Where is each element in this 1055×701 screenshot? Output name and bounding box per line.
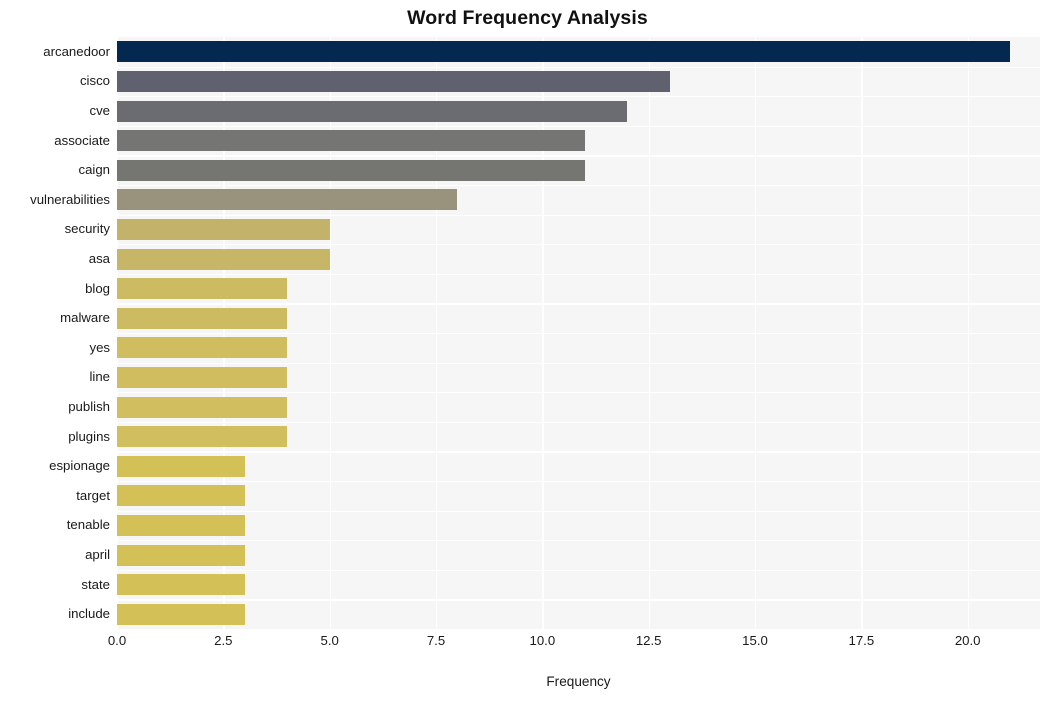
y-tick-label: state bbox=[81, 576, 110, 592]
x-tick-label: 5.0 bbox=[320, 633, 339, 648]
y-tick-label: tenable bbox=[66, 517, 110, 533]
gridline-horizontal bbox=[117, 125, 1040, 127]
bar bbox=[117, 337, 288, 359]
gridline-horizontal bbox=[117, 273, 1040, 275]
gridline-horizontal bbox=[117, 451, 1040, 453]
bar bbox=[117, 514, 245, 536]
gridline-horizontal bbox=[117, 540, 1040, 542]
gridline-horizontal bbox=[117, 362, 1040, 364]
y-tick-label: associate bbox=[54, 132, 110, 148]
bar bbox=[117, 218, 330, 240]
gridline-horizontal bbox=[117, 155, 1040, 157]
gridline-horizontal bbox=[117, 481, 1040, 483]
bar bbox=[117, 189, 458, 211]
y-tick-label: publish bbox=[68, 399, 110, 414]
bar bbox=[117, 100, 628, 122]
y-tick-label: security bbox=[64, 221, 110, 237]
gridline-horizontal bbox=[117, 421, 1040, 423]
bar bbox=[117, 278, 288, 300]
x-axis-tick-labels: 0.0 2.5 5.0 7.5 10.0 12.5 15.0 17.5 20.0 bbox=[108, 633, 1040, 653]
y-tick-label: arcanedoor bbox=[43, 43, 110, 59]
y-tick-label: espionage bbox=[49, 458, 110, 474]
bar bbox=[117, 366, 288, 388]
bar bbox=[117, 455, 245, 477]
gridline-horizontal bbox=[117, 185, 1040, 187]
y-tick-label: caign bbox=[78, 162, 110, 178]
y-tick-label: malware bbox=[60, 310, 110, 326]
bar bbox=[117, 574, 245, 596]
bar bbox=[117, 159, 585, 181]
bar bbox=[117, 544, 245, 566]
bar bbox=[117, 248, 330, 270]
x-tick-label: 2.5 bbox=[214, 633, 233, 648]
y-tick-label: include bbox=[68, 606, 110, 622]
x-tick-label: 12.5 bbox=[635, 633, 662, 648]
gridline-horizontal bbox=[117, 214, 1040, 216]
x-tick-label: 0.0 bbox=[107, 633, 127, 648]
gridline-horizontal bbox=[117, 510, 1040, 512]
y-tick-label: april bbox=[85, 547, 110, 562]
x-axis-title: Frequency bbox=[546, 674, 611, 689]
x-tick-label: 10.0 bbox=[529, 633, 556, 648]
bar bbox=[117, 70, 670, 92]
gridline-horizontal bbox=[117, 244, 1040, 246]
x-tick-label: 17.5 bbox=[848, 633, 875, 648]
x-tick-label: 7.5 bbox=[426, 633, 446, 648]
bar bbox=[117, 485, 245, 507]
y-tick-label: asa bbox=[88, 251, 110, 266]
gridline-horizontal bbox=[117, 96, 1040, 98]
y-axis-tick-labels: arcanedoor cisco cve associate caign vulnerab… bbox=[0, 37, 110, 629]
bar bbox=[117, 603, 245, 625]
y-tick-label: blog bbox=[85, 280, 110, 296]
x-tick-label: 20.0 bbox=[954, 633, 981, 648]
y-tick-label: plugins bbox=[68, 428, 110, 444]
bar bbox=[117, 41, 1011, 63]
y-tick-label: target bbox=[76, 487, 110, 503]
bar bbox=[117, 396, 288, 418]
y-tick-label: cisco bbox=[79, 73, 110, 89]
gridline-horizontal bbox=[117, 303, 1040, 305]
gridline-horizontal bbox=[117, 66, 1040, 68]
gridline-horizontal bbox=[117, 569, 1040, 571]
y-tick-label: vulnerabilities bbox=[30, 191, 110, 207]
y-tick-label: cve bbox=[89, 103, 110, 118]
gridline-horizontal bbox=[117, 392, 1040, 394]
plot-area bbox=[117, 37, 1040, 629]
x-tick-label: 15.0 bbox=[742, 633, 768, 648]
bar bbox=[117, 130, 585, 152]
gridline-horizontal bbox=[117, 333, 1040, 335]
y-tick-label: line bbox=[89, 369, 110, 385]
y-tick-label: yes bbox=[89, 339, 110, 355]
bar bbox=[117, 307, 288, 329]
word-frequency-chart-figure: Word Frequency Analysis arcanedoor cisco c… bbox=[0, 0, 1055, 701]
gridline-horizontal bbox=[117, 599, 1040, 601]
bar bbox=[117, 426, 288, 448]
chart-title: Word Frequency Analysis bbox=[407, 7, 648, 29]
